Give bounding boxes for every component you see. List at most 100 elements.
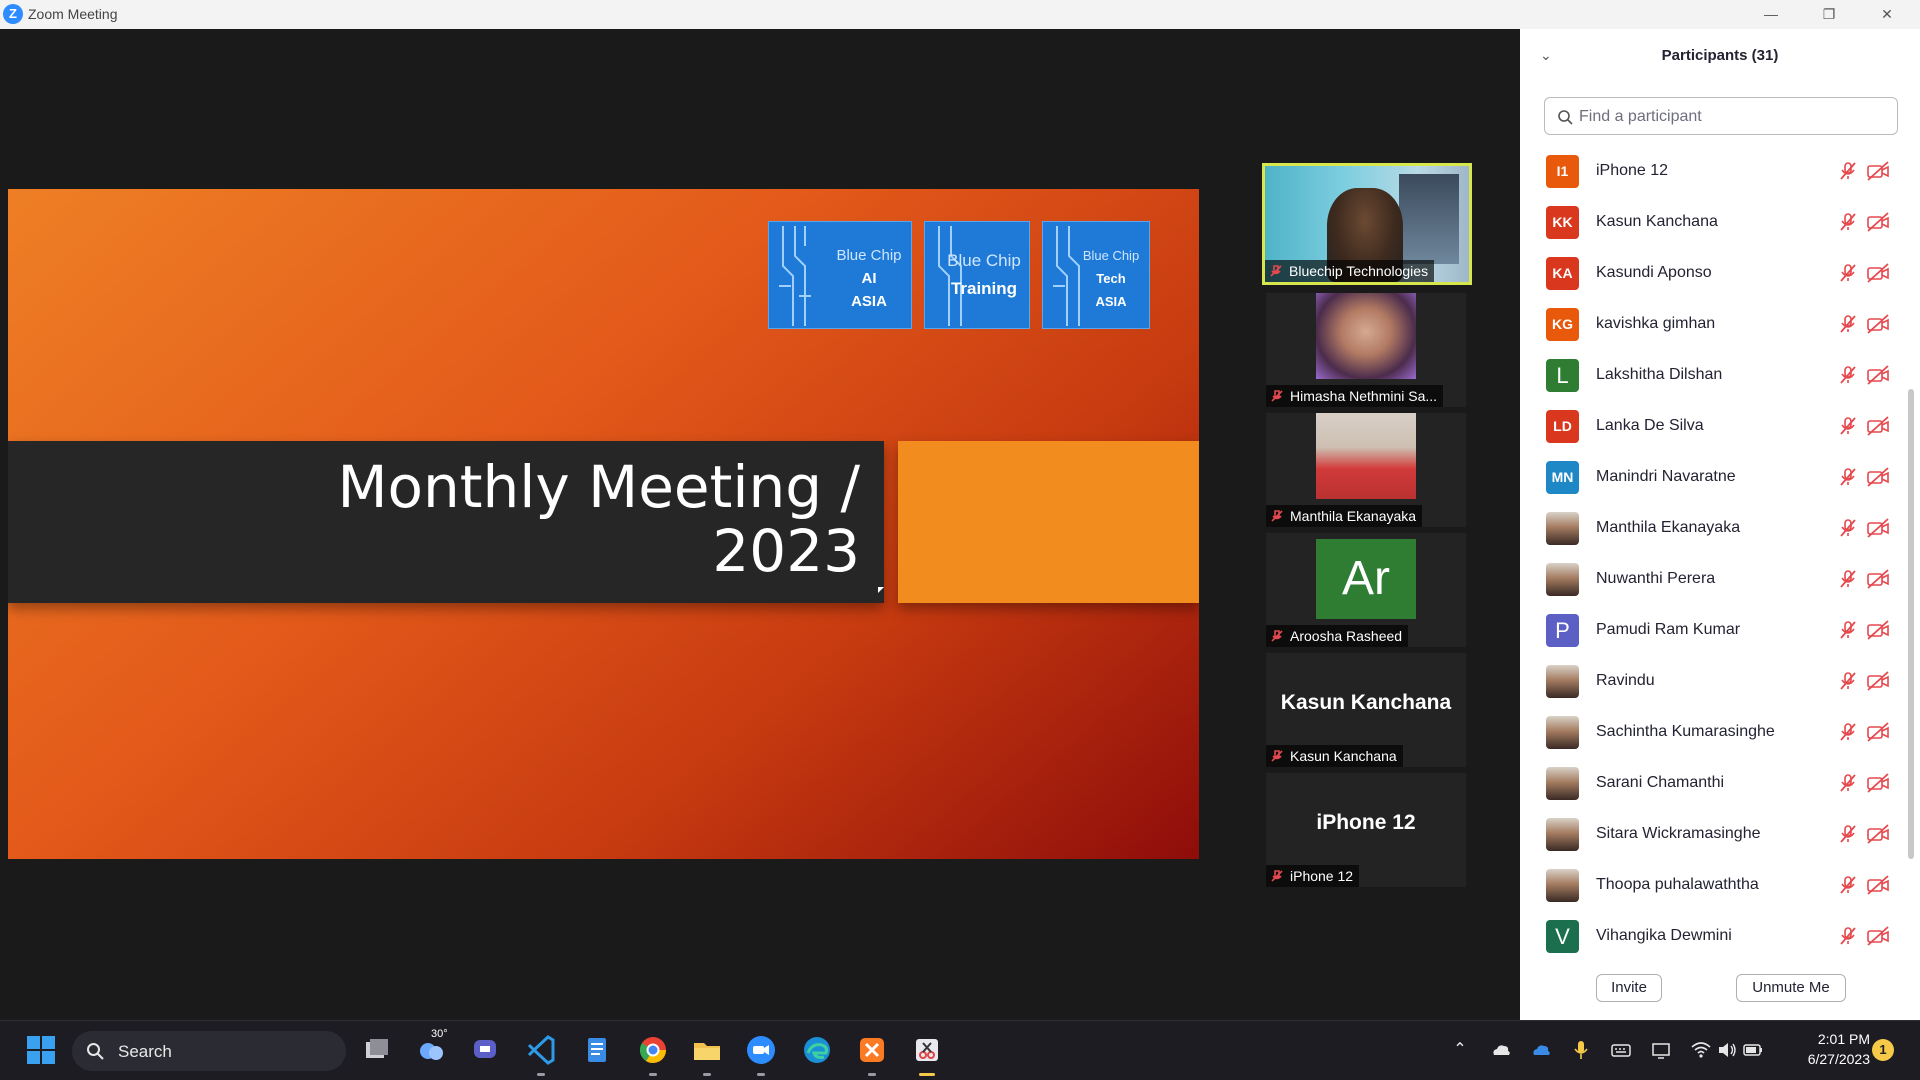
muted-mic-icon[interactable] — [1838, 161, 1858, 181]
video-off-icon[interactable] — [1866, 569, 1890, 589]
video-off-icon[interactable] — [1866, 671, 1890, 691]
muted-mic-icon[interactable] — [1838, 926, 1858, 946]
participant-row[interactable]: LD Lanka De Silva — [1520, 401, 1910, 452]
slide-title-line: 2023 — [712, 517, 860, 585]
muted-mic-icon[interactable] — [1838, 620, 1858, 640]
search-icon — [87, 1043, 104, 1060]
participant-search-input[interactable] — [1579, 106, 1879, 128]
participant-row[interactable]: Sitara Wickramasinghe — [1520, 809, 1910, 860]
windows-start-icon[interactable] — [24, 1033, 58, 1067]
onedrive-sync-icon[interactable] — [1530, 1039, 1552, 1061]
video-off-icon[interactable] — [1866, 467, 1890, 487]
muted-mic-icon[interactable] — [1838, 722, 1858, 742]
taskbar-search[interactable]: Search — [72, 1031, 346, 1071]
participant-row[interactable]: V Vihangika Dewmini — [1520, 911, 1910, 962]
minimize-button[interactable]: — — [1742, 0, 1800, 29]
participant-row[interactable]: KA Kasundi Aponso — [1520, 248, 1910, 299]
participant-row[interactable]: Ravindu — [1520, 656, 1910, 707]
participant-display-name: Kasun Kanchana — [1280, 691, 1452, 714]
taskbar-search-label: Search — [118, 1042, 172, 1061]
video-off-icon[interactable] — [1866, 824, 1890, 844]
muted-mic-icon[interactable] — [1838, 365, 1858, 385]
video-tile[interactable]: Kasun Kanchana Kasun Kanchana — [1266, 653, 1466, 767]
video-off-icon[interactable] — [1866, 773, 1890, 793]
muted-mic-icon[interactable] — [1838, 518, 1858, 538]
participant-name: Vihangika Dewmini — [1596, 927, 1732, 944]
notepad-icon[interactable] — [580, 1033, 614, 1067]
display-icon[interactable] — [1650, 1039, 1672, 1061]
video-off-icon[interactable] — [1866, 416, 1890, 436]
xampp-icon[interactable] — [855, 1033, 889, 1067]
participant-row[interactable]: Manthila Ekanayaka — [1520, 503, 1910, 554]
video-tile-name: iPhone 12 — [1290, 868, 1354, 884]
battery-icon[interactable] — [1742, 1039, 1764, 1061]
zoom-app-icon[interactable] — [744, 1033, 778, 1067]
chevron-up-icon[interactable]: ⌃ — [1449, 1039, 1471, 1061]
participant-row[interactable]: Sarani Chamanthi — [1520, 758, 1910, 809]
video-off-icon[interactable] — [1866, 314, 1890, 334]
logo-text: Blue Chip — [1082, 248, 1140, 263]
teams-chat-icon[interactable] — [468, 1033, 502, 1067]
video-off-icon[interactable] — [1866, 926, 1890, 946]
muted-mic-icon[interactable] — [1838, 773, 1858, 793]
logo-text: Tech — [1096, 271, 1126, 286]
maximize-button[interactable]: ❐ — [1800, 0, 1858, 29]
muted-mic-icon[interactable] — [1838, 875, 1858, 895]
file-explorer-icon[interactable] — [690, 1033, 724, 1067]
volume-icon[interactable] — [1716, 1039, 1738, 1061]
participants-panel: ⌄ Participants (31) I1iPhone 12KKKasun K… — [1520, 29, 1920, 1020]
vscode-icon[interactable] — [524, 1033, 558, 1067]
participant-row[interactable]: I1 iPhone 12 — [1520, 146, 1910, 197]
muted-mic-icon[interactable] — [1838, 212, 1858, 232]
onedrive-icon[interactable] — [1490, 1039, 1512, 1061]
participant-row[interactable]: Sachintha Kumarasinghe — [1520, 707, 1910, 758]
edge-icon[interactable] — [800, 1033, 834, 1067]
participant-avatar: KK — [1546, 206, 1579, 239]
wifi-icon[interactable] — [1690, 1039, 1712, 1061]
video-off-icon[interactable] — [1866, 161, 1890, 181]
participant-row[interactable]: KG kavishka gimhan — [1520, 299, 1910, 350]
bluechip-training-logo: Blue Chip Training — [924, 221, 1030, 329]
unmute-me-button[interactable]: Unmute Me — [1736, 974, 1846, 1002]
taskbar-clock[interactable]: 2:01 PM 6/27/2023 — [1780, 1029, 1870, 1069]
muted-mic-icon[interactable] — [1838, 824, 1858, 844]
video-off-icon[interactable] — [1866, 875, 1890, 895]
microphone-icon[interactable] — [1570, 1039, 1592, 1061]
video-off-icon[interactable] — [1866, 620, 1890, 640]
participant-row[interactable]: KK Kasun Kanchana — [1520, 197, 1910, 248]
participant-row[interactable]: P Pamudi Ram Kumar — [1520, 605, 1910, 656]
video-off-icon[interactable] — [1866, 263, 1890, 283]
video-tile-name: Manthila Ekanayaka — [1290, 508, 1417, 524]
muted-mic-icon[interactable] — [1838, 314, 1858, 334]
participant-row[interactable]: L Lakshitha Dilshan — [1520, 350, 1910, 401]
invite-button[interactable]: Invite — [1596, 974, 1662, 1002]
participant-row[interactable]: Thoopa puhalawaththa — [1520, 860, 1910, 911]
muted-mic-icon — [1271, 750, 1283, 762]
active-app-indicator — [919, 1073, 935, 1076]
participant-search-box[interactable] — [1544, 97, 1898, 135]
video-tile[interactable]: iPhone 12 iPhone 12 — [1266, 773, 1466, 887]
video-off-icon[interactable] — [1866, 518, 1890, 538]
muted-mic-icon[interactable] — [1838, 416, 1858, 436]
muted-mic-icon[interactable] — [1838, 569, 1858, 589]
video-tile[interactable]: Ar Aroosha Rasheed — [1266, 533, 1466, 647]
close-button[interactable]: ✕ — [1858, 0, 1916, 29]
video-tile[interactable]: Bluechip Technologies — [1262, 163, 1472, 285]
muted-mic-icon[interactable] — [1838, 263, 1858, 283]
participant-name: Kasundi Aponso — [1596, 264, 1712, 281]
video-tile[interactable]: Himasha Nethmini Sa... — [1266, 293, 1466, 407]
muted-mic-icon[interactable] — [1838, 671, 1858, 691]
participant-row[interactable]: MN Manindri Navaratne — [1520, 452, 1910, 503]
video-off-icon[interactable] — [1866, 365, 1890, 385]
participant-row[interactable]: Nuwanthi Perera — [1520, 554, 1910, 605]
participant-list-scrollbar[interactable] — [1908, 389, 1914, 859]
snipping-tool-icon[interactable] — [910, 1033, 944, 1067]
video-tile[interactable]: Manthila Ekanayaka — [1266, 413, 1466, 527]
muted-mic-icon[interactable] — [1838, 467, 1858, 487]
keyboard-icon[interactable] — [1610, 1039, 1632, 1061]
notification-badge[interactable]: 1 — [1872, 1039, 1894, 1061]
video-off-icon[interactable] — [1866, 722, 1890, 742]
video-off-icon[interactable] — [1866, 212, 1890, 232]
chrome-icon[interactable] — [636, 1033, 670, 1067]
task-view-icon[interactable] — [360, 1033, 394, 1067]
